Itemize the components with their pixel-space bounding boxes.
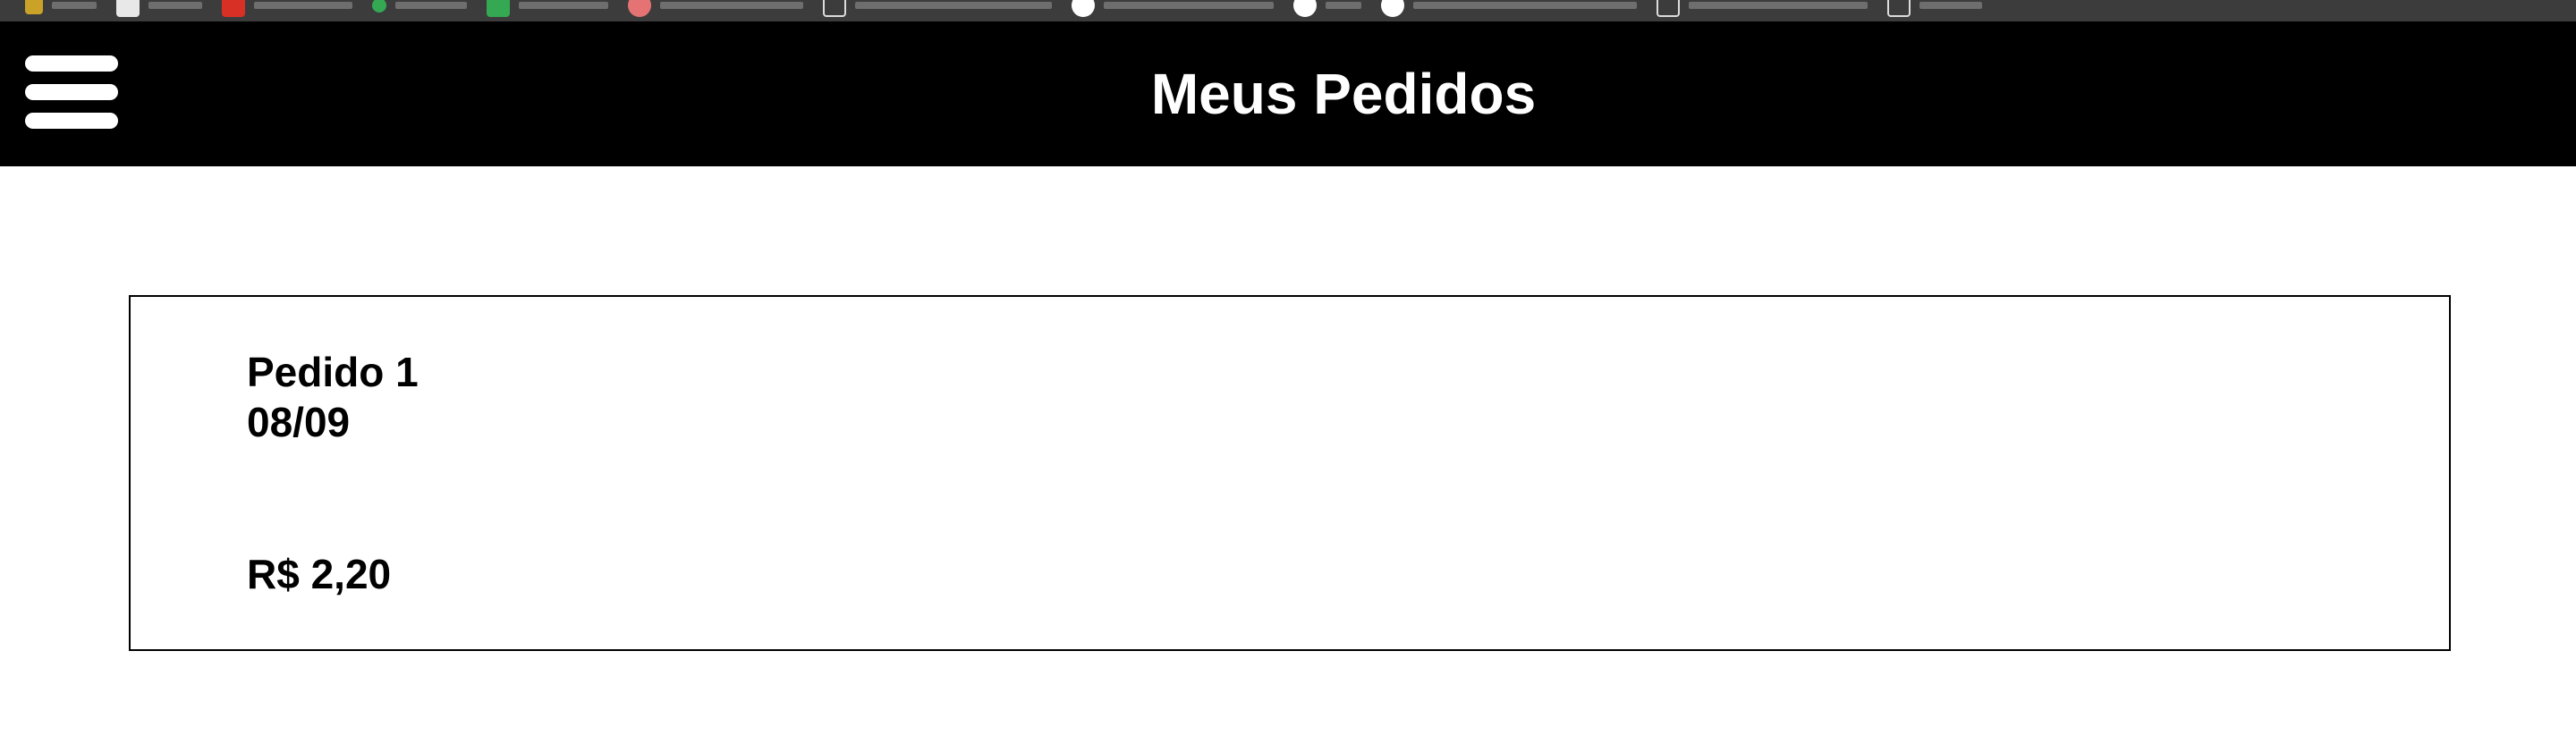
bookmark-label-placeholder <box>1689 2 1868 9</box>
bookmark-item[interactable] <box>628 0 803 17</box>
bookmark-icon <box>116 0 140 17</box>
bookmark-icon <box>372 0 386 13</box>
bookmark-label-placeholder <box>855 2 1052 9</box>
bookmark-item[interactable] <box>25 0 97 14</box>
apps-grid-icon <box>25 0 43 14</box>
bookmark-item[interactable] <box>1381 0 1637 17</box>
bookmark-item[interactable] <box>1657 0 1868 17</box>
bookmark-label-placeholder <box>254 2 352 9</box>
order-name: Pedido 1 <box>247 349 419 395</box>
bookmark-item[interactable] <box>222 0 352 17</box>
bookmark-icon <box>1657 0 1680 17</box>
order-date: 08/09 <box>247 399 351 445</box>
bookmark-icon <box>487 0 510 17</box>
bookmark-label-placeholder <box>395 2 467 9</box>
bookmark-label-placeholder <box>519 2 608 9</box>
bookmark-item[interactable] <box>823 0 1052 17</box>
bookmark-label-placeholder <box>148 2 202 9</box>
bookmark-label-placeholder <box>1919 2 1982 9</box>
bookmark-label-placeholder <box>1326 2 1361 9</box>
bookmark-label-placeholder <box>52 2 97 9</box>
bookmark-icon <box>1072 0 1095 17</box>
bookmark-item[interactable] <box>487 0 608 17</box>
bookmark-item[interactable] <box>372 0 467 13</box>
bookmark-label-placeholder <box>660 2 803 9</box>
browser-bookmarks-bar <box>0 0 2576 21</box>
bookmark-item[interactable] <box>1887 0 1982 17</box>
bookmark-label-placeholder <box>1413 2 1637 9</box>
bookmark-icon <box>222 0 245 17</box>
bookmark-icon <box>628 0 651 17</box>
order-total: R$ 2,20 <box>247 551 392 597</box>
order-card[interactable]: Pedido 1 08/09 R$ 2,20 <box>129 295 2451 651</box>
bookmark-item[interactable] <box>1293 0 1361 17</box>
bookmark-strip <box>25 0 1982 21</box>
page-title: Meus Pedidos <box>1150 62 1537 126</box>
bookmark-icon <box>1887 0 1911 17</box>
bookmark-icon <box>823 0 846 17</box>
bookmark-item[interactable] <box>1072 0 1274 17</box>
bookmark-icon <box>1381 0 1404 17</box>
app-header: Meus Pedidos <box>0 21 2576 166</box>
bookmark-icon <box>1293 0 1317 17</box>
bookmark-item[interactable] <box>116 0 202 17</box>
bookmark-label-placeholder <box>1104 2 1274 9</box>
